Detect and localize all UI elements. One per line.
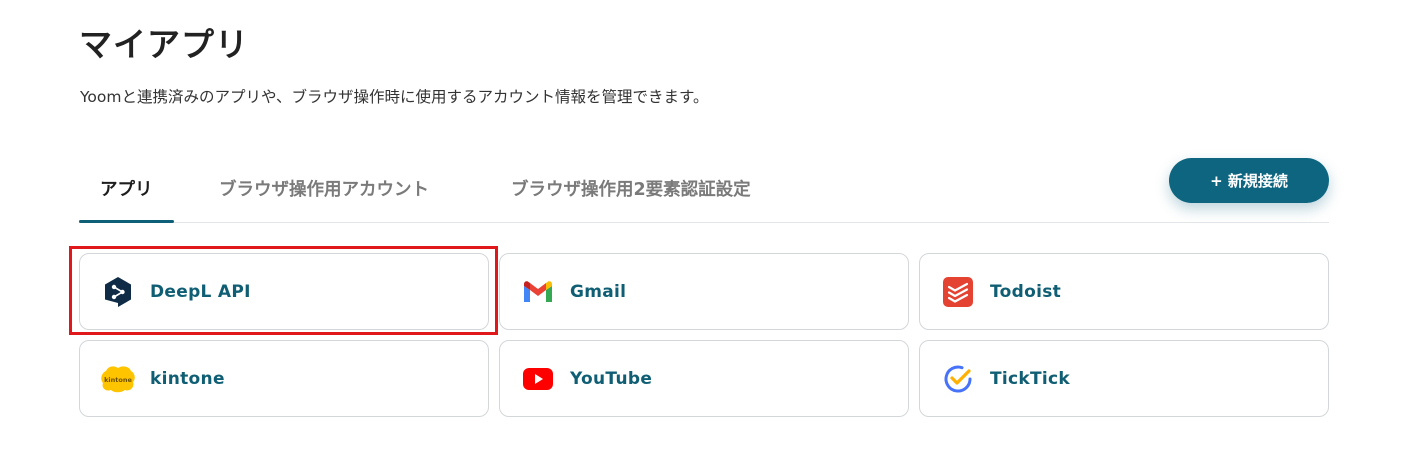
- youtube-icon: [520, 361, 556, 397]
- app-name: Todoist: [990, 281, 1062, 302]
- app-name: kintone: [150, 368, 225, 389]
- tab-apps[interactable]: アプリ: [100, 176, 153, 201]
- new-connection-button[interactable]: + 新規接続: [1169, 158, 1329, 203]
- app-name: DeepL API: [150, 281, 251, 302]
- app-card-ticktick[interactable]: TickTick: [919, 340, 1329, 417]
- app-card-youtube[interactable]: YouTube: [499, 340, 909, 417]
- app-card-gmail[interactable]: Gmail: [499, 253, 909, 330]
- active-tab-indicator: [79, 220, 174, 223]
- gmail-icon: [520, 274, 556, 310]
- app-card-deepl[interactable]: DeepL API: [79, 253, 489, 330]
- page-title: マイアプリ: [79, 25, 249, 64]
- app-list: DeepL API Gmail Todoist kintone kintone …: [79, 253, 1329, 417]
- svg-text:kintone: kintone: [104, 376, 132, 384]
- app-card-kintone[interactable]: kintone kintone: [79, 340, 489, 417]
- tab-bar: アプリ ブラウザ操作用アカウント ブラウザ操作用2要素認証設定: [79, 160, 1329, 223]
- app-card-todoist[interactable]: Todoist: [919, 253, 1329, 330]
- app-name: Gmail: [570, 281, 627, 302]
- page-description: Yoomと連携済みのアプリや、ブラウザ操作時に使用するアカウント情報を管理できま…: [80, 88, 709, 106]
- app-name: TickTick: [990, 368, 1071, 389]
- app-name: YouTube: [570, 368, 653, 389]
- todoist-icon: [940, 274, 976, 310]
- tab-browser-accounts[interactable]: ブラウザ操作用アカウント: [219, 176, 429, 201]
- ticktick-icon: [940, 361, 976, 397]
- kintone-icon: kintone: [100, 361, 136, 397]
- tab-browser-2fa-settings[interactable]: ブラウザ操作用2要素認証設定: [511, 176, 751, 201]
- deepl-icon: [100, 274, 136, 310]
